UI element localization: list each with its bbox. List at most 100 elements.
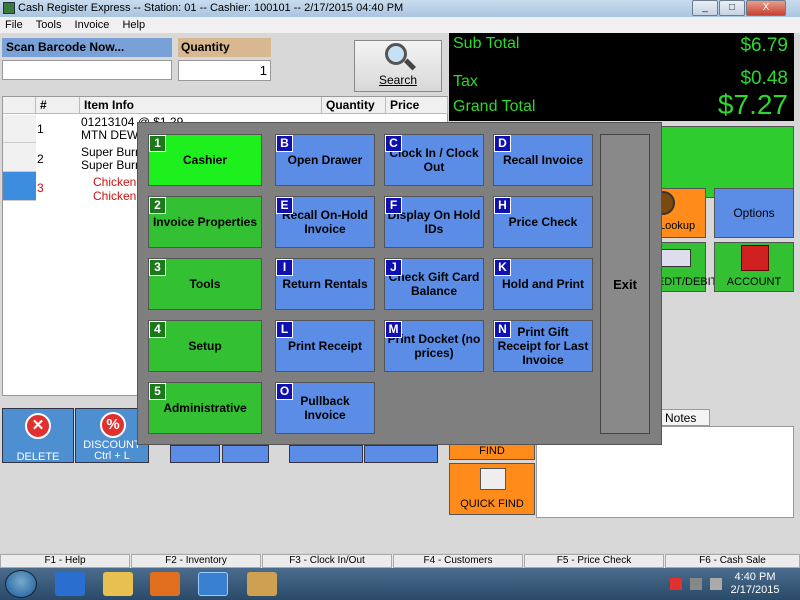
f3-clock-key[interactable]: F3 - Clock In/Out bbox=[262, 554, 392, 568]
hold-and-print-label: Hold and Print bbox=[502, 277, 584, 291]
key-badge: 2 bbox=[149, 197, 166, 214]
search-button[interactable]: Search bbox=[354, 40, 442, 92]
hold-and-print-button[interactable]: K Hold and Print bbox=[493, 258, 593, 310]
tax-value: $0.48 bbox=[740, 68, 788, 89]
print-docket-button[interactable]: M Print Docket (no prices) bbox=[384, 320, 484, 372]
key-badge: 1 bbox=[149, 135, 166, 152]
recall-on-hold-invoice-button[interactable]: E Recall On-Hold Invoice bbox=[275, 196, 375, 248]
key-badge: B bbox=[276, 135, 293, 152]
row-num: 1 bbox=[37, 122, 44, 136]
maximize-button[interactable]: □ bbox=[719, 0, 745, 16]
menu-tools[interactable]: Tools bbox=[31, 17, 67, 33]
search-label: Search bbox=[378, 73, 418, 87]
close-button[interactable]: X bbox=[746, 0, 786, 16]
price-check-label: Price Check bbox=[508, 215, 578, 229]
setup-label: Setup bbox=[188, 339, 222, 353]
key-badge: L bbox=[276, 321, 293, 338]
pullback-invoice-button[interactable]: O Pullback Invoice bbox=[275, 382, 375, 434]
administrative-label: Administrative bbox=[163, 401, 247, 415]
paint-icon[interactable] bbox=[247, 572, 277, 596]
setup-button[interactable]: 4 Setup bbox=[148, 320, 262, 372]
grid-action-button[interactable] bbox=[364, 445, 438, 463]
window-title: Cash Register Express -- Station: 01 -- … bbox=[18, 2, 404, 14]
f5-price-check-key[interactable]: F5 - Price Check bbox=[524, 554, 664, 568]
return-rentals-label: Return Rentals bbox=[282, 277, 368, 291]
scan-barcode-input[interactable] bbox=[2, 60, 172, 80]
quick-find-button[interactable]: QUICK FIND bbox=[449, 463, 535, 515]
row-num: 2 bbox=[37, 152, 44, 166]
volume-tray-icon[interactable] bbox=[710, 578, 722, 590]
account-label: ACCOUNT bbox=[726, 276, 782, 288]
cashier-button[interactable]: 1 Cashier bbox=[148, 134, 262, 186]
f1-help-key[interactable]: F1 - Help bbox=[0, 554, 130, 568]
quantity-input[interactable]: 1 bbox=[178, 60, 271, 81]
find-label: FIND bbox=[479, 445, 505, 457]
internet-explorer-icon[interactable] bbox=[55, 572, 85, 596]
network-tray-icon[interactable] bbox=[690, 578, 702, 590]
recall-invoice-button[interactable]: D Recall Invoice bbox=[493, 134, 593, 186]
key-badge: D bbox=[494, 135, 511, 152]
row-item-line2: Super Burr bbox=[81, 158, 140, 172]
tools-button[interactable]: 3 Tools bbox=[148, 258, 262, 310]
grid-action-button[interactable] bbox=[170, 445, 220, 463]
col-header-blank bbox=[3, 97, 36, 114]
f6-cash-sale-key[interactable]: F6 - Cash Sale bbox=[665, 554, 800, 568]
recall-invoice-label: Recall Invoice bbox=[502, 153, 584, 167]
return-rentals-button[interactable]: I Return Rentals bbox=[275, 258, 375, 310]
open-drawer-label: Open Drawer bbox=[287, 153, 363, 167]
open-drawer-button[interactable]: B Open Drawer bbox=[275, 134, 375, 186]
quick-find-icon bbox=[480, 468, 506, 490]
delete-button[interactable]: ✕ DELETE bbox=[2, 408, 74, 463]
col-header-num[interactable]: # bbox=[36, 97, 80, 114]
print-receipt-button[interactable]: L Print Receipt bbox=[275, 320, 375, 372]
row-item-line2: MTN DEW bbox=[81, 128, 139, 142]
percent-icon: % bbox=[100, 412, 126, 438]
print-gift-receipt-button[interactable]: N Print Gift Receipt for Last Invoice bbox=[493, 320, 593, 372]
title-bar: Cash Register Express -- Station: 01 -- … bbox=[0, 0, 800, 17]
start-button-icon[interactable] bbox=[5, 570, 37, 598]
invoice-properties-button[interactable]: 2 Invoice Properties bbox=[148, 196, 262, 248]
key-badge: I bbox=[276, 259, 293, 276]
function-key-bar: F1 - Help F2 - Inventory F3 - Clock In/O… bbox=[0, 554, 800, 568]
credit-card-icon bbox=[661, 249, 691, 267]
col-header-price[interactable]: Price bbox=[386, 97, 448, 114]
exit-button[interactable]: Exit bbox=[600, 134, 650, 434]
display-on-hold-ids-button[interactable]: F Display On Hold IDs bbox=[384, 196, 484, 248]
col-header-item[interactable]: Item Info bbox=[80, 97, 322, 114]
tax-label: Tax bbox=[453, 73, 478, 90]
key-badge: C bbox=[385, 135, 402, 152]
f2-inventory-key[interactable]: F2 - Inventory bbox=[131, 554, 261, 568]
taskbar-clock[interactable]: 4:40 PM 2/17/2015 bbox=[730, 571, 780, 599]
scan-barcode-label: Scan Barcode Now... bbox=[2, 38, 172, 57]
row-selector-active[interactable] bbox=[3, 172, 36, 201]
delete-x-icon: ✕ bbox=[25, 413, 51, 439]
clock-in-out-button[interactable]: C Clock In / Clock Out bbox=[384, 134, 484, 186]
row-selector[interactable] bbox=[3, 115, 36, 143]
menu-help[interactable]: Help bbox=[117, 17, 150, 33]
row-selector[interactable] bbox=[3, 143, 36, 172]
check-gift-card-balance-button[interactable]: J Check Gift Card Balance bbox=[384, 258, 484, 310]
quick-find-label: QUICK FIND bbox=[460, 498, 524, 510]
menu-invoice[interactable]: Invoice bbox=[70, 17, 115, 33]
f4-customers-key[interactable]: F4 - Customers bbox=[393, 554, 523, 568]
key-badge: O bbox=[276, 383, 293, 400]
flag-tray-icon[interactable] bbox=[670, 578, 682, 590]
subtotal-label: Sub Total bbox=[453, 35, 520, 52]
cash-register-task-icon[interactable] bbox=[198, 572, 228, 596]
grid-action-button[interactable] bbox=[289, 445, 363, 463]
grid-action-button[interactable] bbox=[222, 445, 269, 463]
key-badge: 4 bbox=[149, 321, 166, 338]
menu-file[interactable]: File bbox=[0, 17, 28, 33]
app-icon bbox=[3, 2, 15, 14]
minimize-button[interactable]: _ bbox=[692, 0, 718, 16]
file-explorer-icon[interactable] bbox=[103, 572, 133, 596]
magnifier-handle bbox=[403, 58, 417, 71]
key-badge: M bbox=[385, 321, 402, 338]
grand-total-value: $7.27 bbox=[717, 89, 788, 120]
account-button[interactable]: ACCOUNT bbox=[714, 242, 794, 292]
administrative-button[interactable]: 5 Administrative bbox=[148, 382, 262, 434]
col-header-quantity[interactable]: Quantity bbox=[322, 97, 386, 114]
price-check-button[interactable]: H Price Check bbox=[493, 196, 593, 248]
media-player-icon[interactable] bbox=[150, 572, 180, 596]
options-button[interactable]: Options bbox=[714, 188, 794, 238]
